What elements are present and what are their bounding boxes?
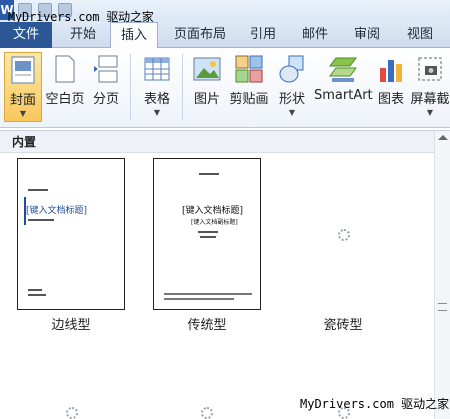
tab-view[interactable]: 视图 [396, 22, 444, 48]
tab-references[interactable]: 引用 [240, 22, 286, 48]
page-break-label: 分页 [92, 92, 119, 107]
shapes-button[interactable]: 形状 ▼ [274, 52, 310, 122]
chevron-down-icon: ▼ [426, 108, 434, 117]
scroll-grip-icon[interactable] [438, 303, 447, 311]
shapes-icon [279, 55, 304, 83]
cover-template-sideline[interactable]: [键入文档标题] [17, 158, 125, 310]
loading-spinner-icon [338, 229, 350, 241]
watermark-bottom: MyDrivers.com 驱动之家 [300, 395, 449, 412]
cover-page-icon [11, 56, 35, 84]
cover-template-caption: 瓷砖型 [323, 318, 363, 333]
loading-spinner-icon [66, 407, 78, 419]
thumb-subtitle: [键入文档副标题] [191, 219, 238, 226]
cover-template-caption: 传统型 [187, 318, 227, 333]
watermark-brand: 驱动之家 [401, 397, 450, 411]
thumb-text-line [198, 231, 218, 233]
cover-template-caption: 边线型 [51, 318, 91, 333]
screenshot-icon [418, 57, 442, 81]
thumb-side-rule [24, 197, 26, 225]
picture-button[interactable]: 图片 [188, 52, 226, 122]
ribbon-separator [130, 54, 131, 120]
thumb-text-line [164, 293, 252, 295]
blank-page-icon [55, 55, 75, 83]
cover-page-label: 封面 [9, 93, 36, 108]
gallery-section-header: 内置 [0, 131, 434, 153]
thumb-text-line [200, 236, 216, 238]
thumb-title: [键入文档标题] [26, 206, 88, 216]
thumb-text-line [28, 189, 48, 191]
table-label: 表格 [143, 92, 170, 107]
tab-mailings[interactable]: 邮件 [292, 22, 338, 48]
cover-template-traditional[interactable]: [键入文档标题] [键入文档副标题] [153, 158, 261, 310]
smartart-label: SmartArt [314, 88, 373, 103]
blank-page-label: 空白页 [45, 92, 85, 107]
ribbon-separator [182, 54, 183, 120]
clipart-label: 剪贴画 [229, 92, 269, 107]
picture-label: 图片 [193, 92, 220, 107]
smartart-button[interactable]: SmartArt [314, 52, 373, 122]
thumb-text-line [28, 289, 42, 291]
tab-page-layout[interactable]: 页面布局 [162, 22, 238, 48]
screenshot-button[interactable]: 屏幕截 ▼ [410, 52, 450, 122]
screenshot-label: 屏幕截 [410, 92, 450, 107]
table-button[interactable]: 表格 ▼ [138, 52, 176, 122]
blank-page-button[interactable]: 空白页 [44, 52, 86, 122]
insert-ribbon: 封面 ▼ 空白页 分页 表格 ▼ 图片 剪贴画 形状 ▼ SmartArt 图表… [0, 48, 450, 128]
scroll-up-icon[interactable] [438, 135, 448, 140]
tab-review[interactable]: 审阅 [342, 22, 392, 48]
tab-file[interactable]: 文件 [0, 22, 52, 48]
picture-icon [193, 57, 221, 81]
ribbon-tab-row: 文件 开始 插入 页面布局 引用 邮件 审阅 视图 [0, 22, 450, 49]
thumb-text-line [164, 298, 234, 300]
shapes-label: 形状 [278, 92, 305, 107]
tab-insert[interactable]: 插入 [110, 22, 158, 49]
thumb-text-line [28, 219, 54, 221]
chart-icon [380, 60, 402, 82]
loading-spinner-icon [201, 407, 213, 419]
chart-label: 图表 [377, 92, 404, 107]
chevron-down-icon: ▼ [153, 108, 161, 117]
table-icon [144, 57, 170, 81]
chevron-down-icon: ▼ [19, 109, 27, 118]
thumb-title: [键入文档标题] [182, 206, 244, 216]
page-break-button[interactable]: 分页 [88, 52, 124, 122]
smartart-icon [329, 57, 357, 82]
clipart-button[interactable]: 剪贴画 [228, 52, 270, 122]
watermark-site: MyDrivers.com [300, 397, 394, 411]
title-bar: W MyDrivers.com 驱动之家 [0, 0, 450, 24]
page-break-icon [94, 55, 118, 83]
clipart-icon [235, 55, 263, 83]
chevron-down-icon: ▼ [288, 108, 296, 117]
tab-home[interactable]: 开始 [58, 22, 108, 48]
gallery-scrollbar[interactable] [434, 131, 450, 419]
chart-button[interactable]: 图表 [374, 52, 408, 122]
cover-page-button[interactable]: 封面 ▼ [4, 52, 42, 122]
cover-page-gallery: 内置 [键入文档标题] 边线型 [键入文档标题] [键入文档副标题] 传统型 瓷… [0, 130, 450, 419]
thumb-text-line [28, 294, 46, 296]
thumb-text-line [199, 173, 219, 175]
